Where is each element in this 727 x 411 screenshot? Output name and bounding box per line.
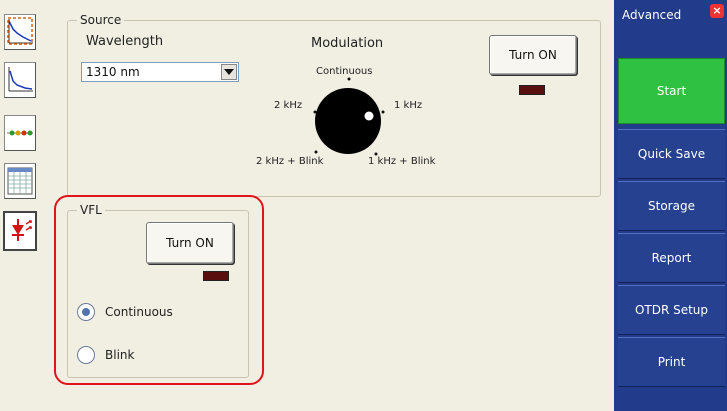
otdr-setup-button[interactable]: OTDR Setup bbox=[618, 285, 725, 335]
vfl-highlight-frame bbox=[54, 195, 264, 385]
trace-zoom-tool[interactable] bbox=[4, 62, 36, 98]
knob-label-2khz: 2 kHz bbox=[274, 100, 303, 111]
close-icon[interactable]: × bbox=[710, 4, 724, 18]
source-group-title: Source bbox=[77, 13, 125, 27]
right-panel: Advanced × Start Quick Save Storage Repo… bbox=[614, 0, 727, 411]
tool-strip bbox=[0, 0, 40, 411]
event-table-tool[interactable] bbox=[4, 163, 36, 199]
quick-save-button[interactable]: Quick Save bbox=[618, 129, 725, 179]
trace-overview-icon bbox=[7, 17, 33, 46]
laser-source-icon bbox=[12, 219, 32, 241]
advanced-title: Advanced bbox=[622, 8, 682, 22]
modulation-knob[interactable] bbox=[304, 76, 394, 162]
wavelength-select[interactable]: 1310 nm bbox=[81, 62, 239, 82]
chevron-down-icon[interactable] bbox=[221, 64, 237, 80]
storage-button[interactable]: Storage bbox=[618, 181, 725, 231]
main-content: Source Wavelength 1310 nm Modulation Con… bbox=[44, 0, 614, 411]
knob-label-1khz: 1 kHz bbox=[394, 100, 423, 111]
source-status-led bbox=[519, 85, 545, 95]
event-table-icon bbox=[7, 167, 33, 195]
wavelength-label: Wavelength bbox=[86, 34, 164, 49]
start-button[interactable]: Start bbox=[618, 58, 725, 124]
source-turn-on-button[interactable]: Turn ON bbox=[489, 35, 577, 75]
trace-overview-tool[interactable] bbox=[4, 14, 36, 50]
modulation-label: Modulation bbox=[311, 36, 384, 51]
print-button[interactable]: Print bbox=[618, 337, 725, 387]
event-line-icon bbox=[7, 130, 33, 136]
wavelength-value: 1310 nm bbox=[86, 65, 140, 79]
laser-source-tool[interactable] bbox=[3, 211, 37, 251]
report-button[interactable]: Report bbox=[618, 233, 725, 283]
trace-zoom-icon bbox=[8, 67, 33, 92]
event-line-tool[interactable] bbox=[4, 115, 36, 151]
